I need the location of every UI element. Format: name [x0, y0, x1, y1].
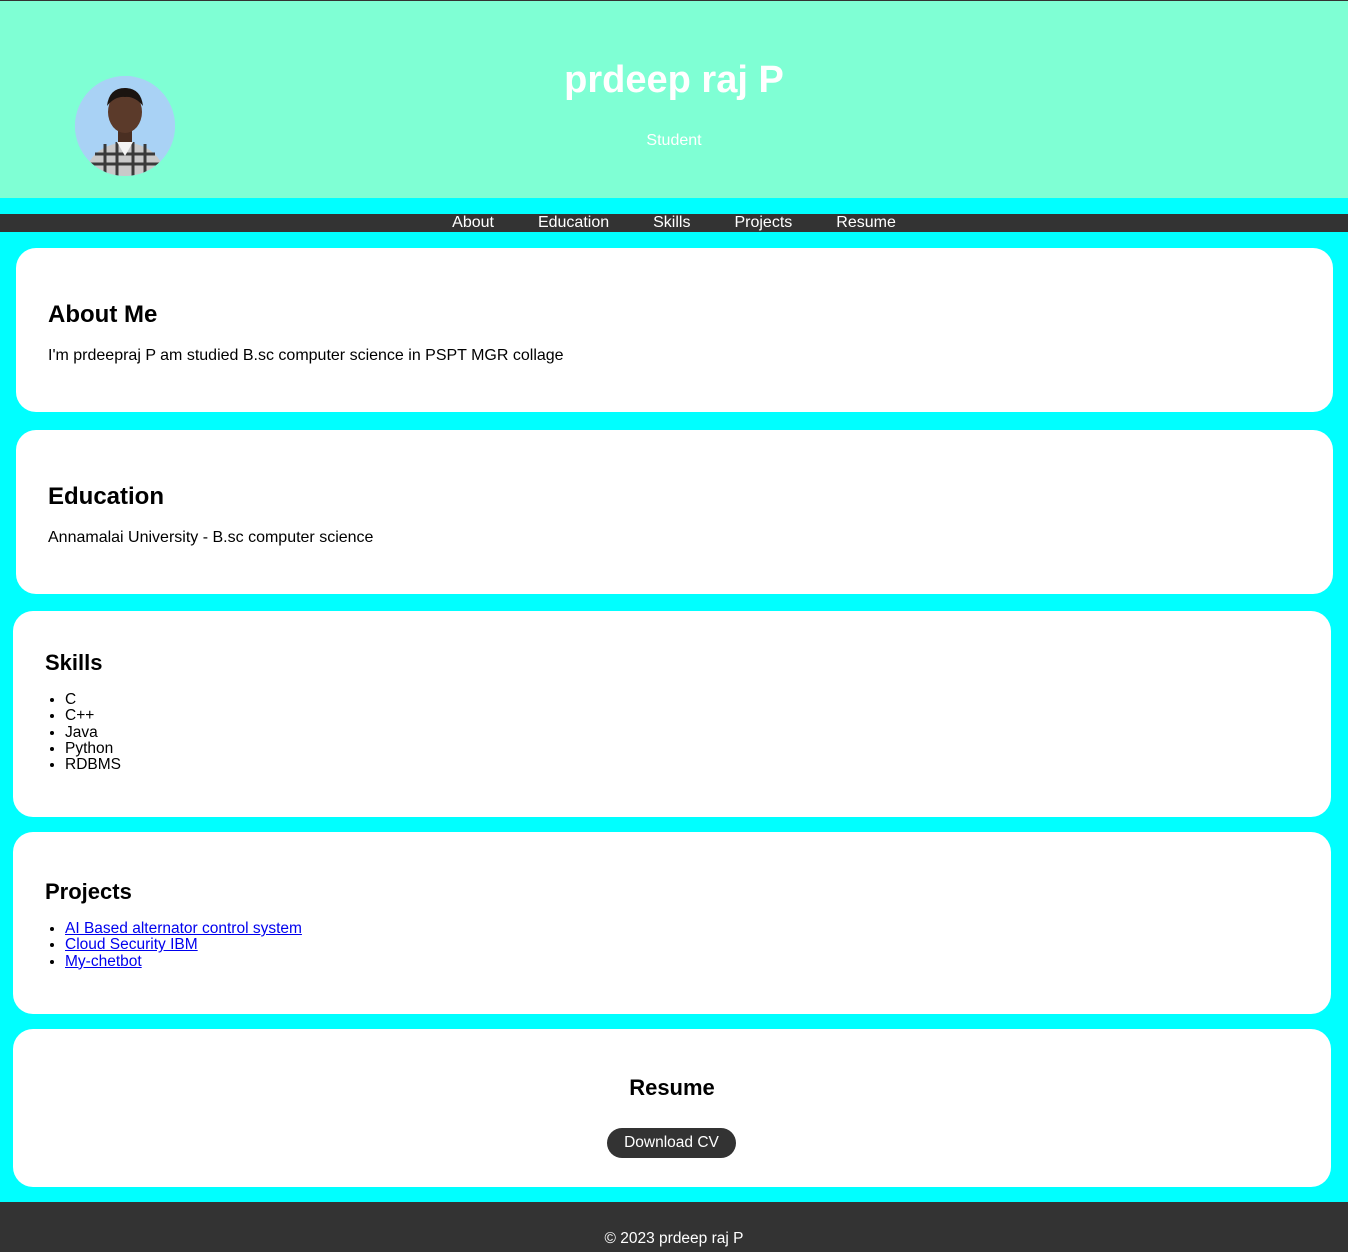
projects-heading: Projects — [45, 879, 132, 904]
nav-link-about[interactable]: About — [452, 214, 494, 232]
education-section: Education Annamalai University - B.sc co… — [16, 430, 1333, 594]
main-nav: About Education Skills Projects Resume — [0, 214, 1348, 232]
site-header: prdeep raj P Student — [0, 0, 1348, 198]
list-item: Cloud Security IBM — [65, 937, 302, 953]
project-link[interactable]: Cloud Security IBM — [65, 936, 198, 953]
education-text: Annamalai University - B.sc computer sci… — [48, 529, 374, 546]
list-item: RDBMS — [65, 756, 121, 773]
nav-link-skills[interactable]: Skills — [653, 214, 690, 232]
about-heading: About Me — [48, 301, 158, 328]
project-link[interactable]: My-chetbot — [65, 953, 142, 970]
skills-section: Skills C C++ Java Python RDBMS — [13, 611, 1331, 817]
download-cv-button[interactable]: Download CV — [607, 1128, 736, 1158]
resume-heading: Resume — [629, 1075, 715, 1100]
nav-link-education[interactable]: Education — [538, 214, 609, 232]
site-subtitle: Student — [646, 132, 702, 149]
list-item: Python — [65, 740, 121, 757]
about-section: About Me I'm prdeepraj P am studied B.sc… — [16, 248, 1333, 412]
education-heading: Education — [48, 483, 165, 510]
nav-link-resume[interactable]: Resume — [836, 214, 896, 232]
list-item: AI Based alternator control system — [65, 920, 302, 937]
project-link[interactable]: AI Based alternator control system — [65, 920, 302, 937]
list-item: My-chetbot — [65, 953, 302, 970]
resume-section: Resume Download CV — [13, 1029, 1331, 1187]
projects-list: AI Based alternator control system Cloud… — [45, 920, 302, 970]
list-item: C++ — [65, 707, 121, 724]
about-text: I'm prdeepraj P am studied B.sc computer… — [48, 347, 564, 364]
skills-list: C C++ Java Python RDBMS — [45, 691, 121, 773]
list-item: Java — [65, 724, 121, 741]
list-item: C — [65, 691, 121, 708]
site-footer: © 2023 prdeep raj P — [0, 1202, 1348, 1252]
nav-link-projects[interactable]: Projects — [734, 214, 792, 232]
footer-copyright: © 2023 prdeep raj P — [604, 1230, 744, 1247]
projects-section: Projects AI Based alternator control sys… — [13, 832, 1331, 1014]
site-title: prdeep raj P — [564, 59, 784, 101]
skills-heading: Skills — [45, 650, 103, 675]
